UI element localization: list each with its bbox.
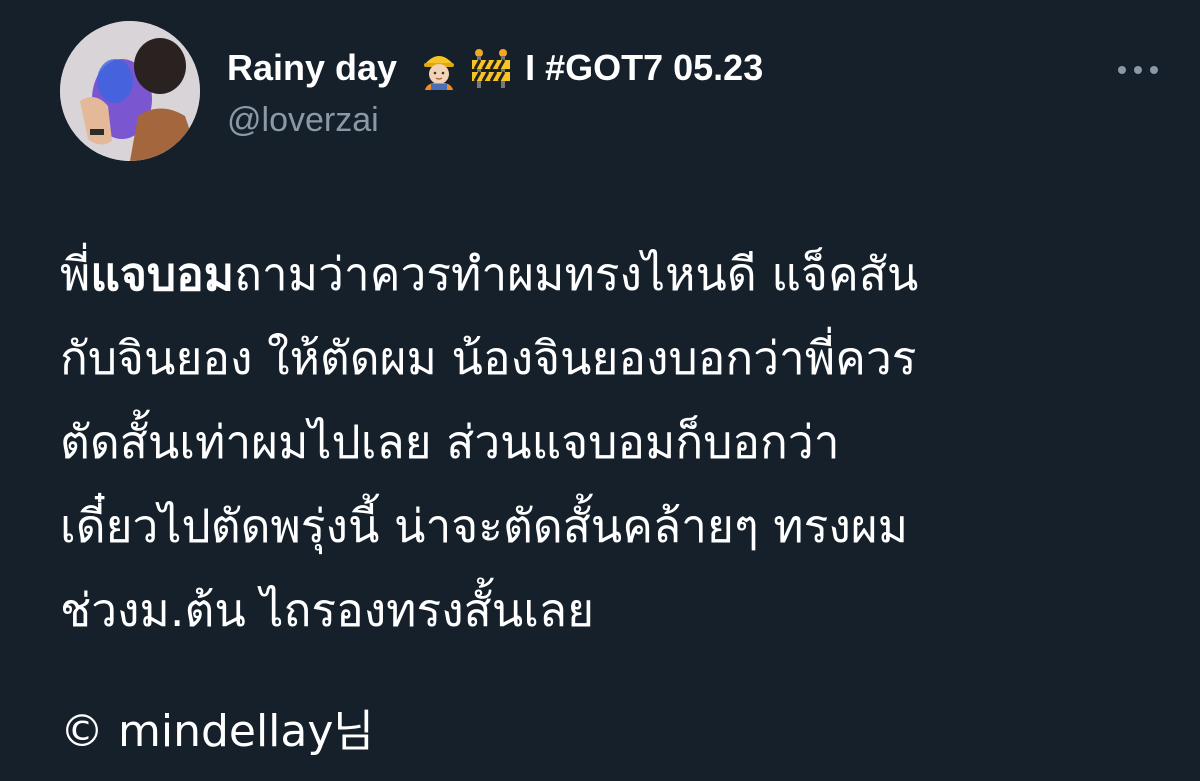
author-handle[interactable]: @loverzai bbox=[227, 101, 763, 140]
tweet-text-line-5: ช่วงม.ต้น ไถรองทรงสั้นเลย bbox=[60, 583, 595, 637]
tweet-text-line-3: ตัดสั้นเท่าผมไปเลย ส่วนแจบอมก็บอกว่า bbox=[60, 415, 840, 469]
tweet-text-rest: ถามว่าควรทำผมทรงไหนดี แจ็คสัน bbox=[234, 247, 919, 301]
credit-text: © mindellay님 bbox=[60, 706, 374, 757]
tweet-card: Rainy day I #GOT7 05.23 @loverzai พี่แจบ… bbox=[0, 0, 1200, 781]
more-options-button[interactable] bbox=[1110, 52, 1166, 88]
construction-barrier-emoji-icon bbox=[469, 46, 513, 90]
tweet-text-line-2: กับจินยอง ให้ตัดผม น้องจินยองบอกว่าพี่คว… bbox=[60, 331, 917, 385]
author-name-suffix: I #GOT7 05.23 bbox=[525, 47, 764, 88]
tweet-text-line-1: พี่แจบอมถามว่าควรทำผมทรงไหนดี แจ็คสัน bbox=[60, 232, 1170, 316]
tweet-text-prefix: พี่ bbox=[60, 247, 91, 301]
construction-worker-emoji-icon bbox=[417, 46, 461, 90]
tweet-text-bold: แจบอม bbox=[90, 247, 235, 301]
author-name-row: Rainy day I #GOT7 05.23 bbox=[227, 45, 763, 91]
avatar[interactable] bbox=[60, 21, 200, 161]
tweet-text: พี่แจบอมถามว่าควรทำผมทรงไหนดี แจ็คสัน กั… bbox=[60, 232, 1170, 652]
author-display-name[interactable]: Rainy day bbox=[227, 47, 397, 89]
tweet-text-line-4: เดี๋ยวไปตัดพรุ่งนี้ น่าจะตัดสั้นคล้ายๆ ท… bbox=[60, 499, 909, 553]
avatar-image bbox=[60, 21, 200, 161]
more-dots-icon bbox=[1118, 66, 1158, 74]
tweet-header: Rainy day I #GOT7 05.23 @loverzai bbox=[227, 45, 763, 155]
